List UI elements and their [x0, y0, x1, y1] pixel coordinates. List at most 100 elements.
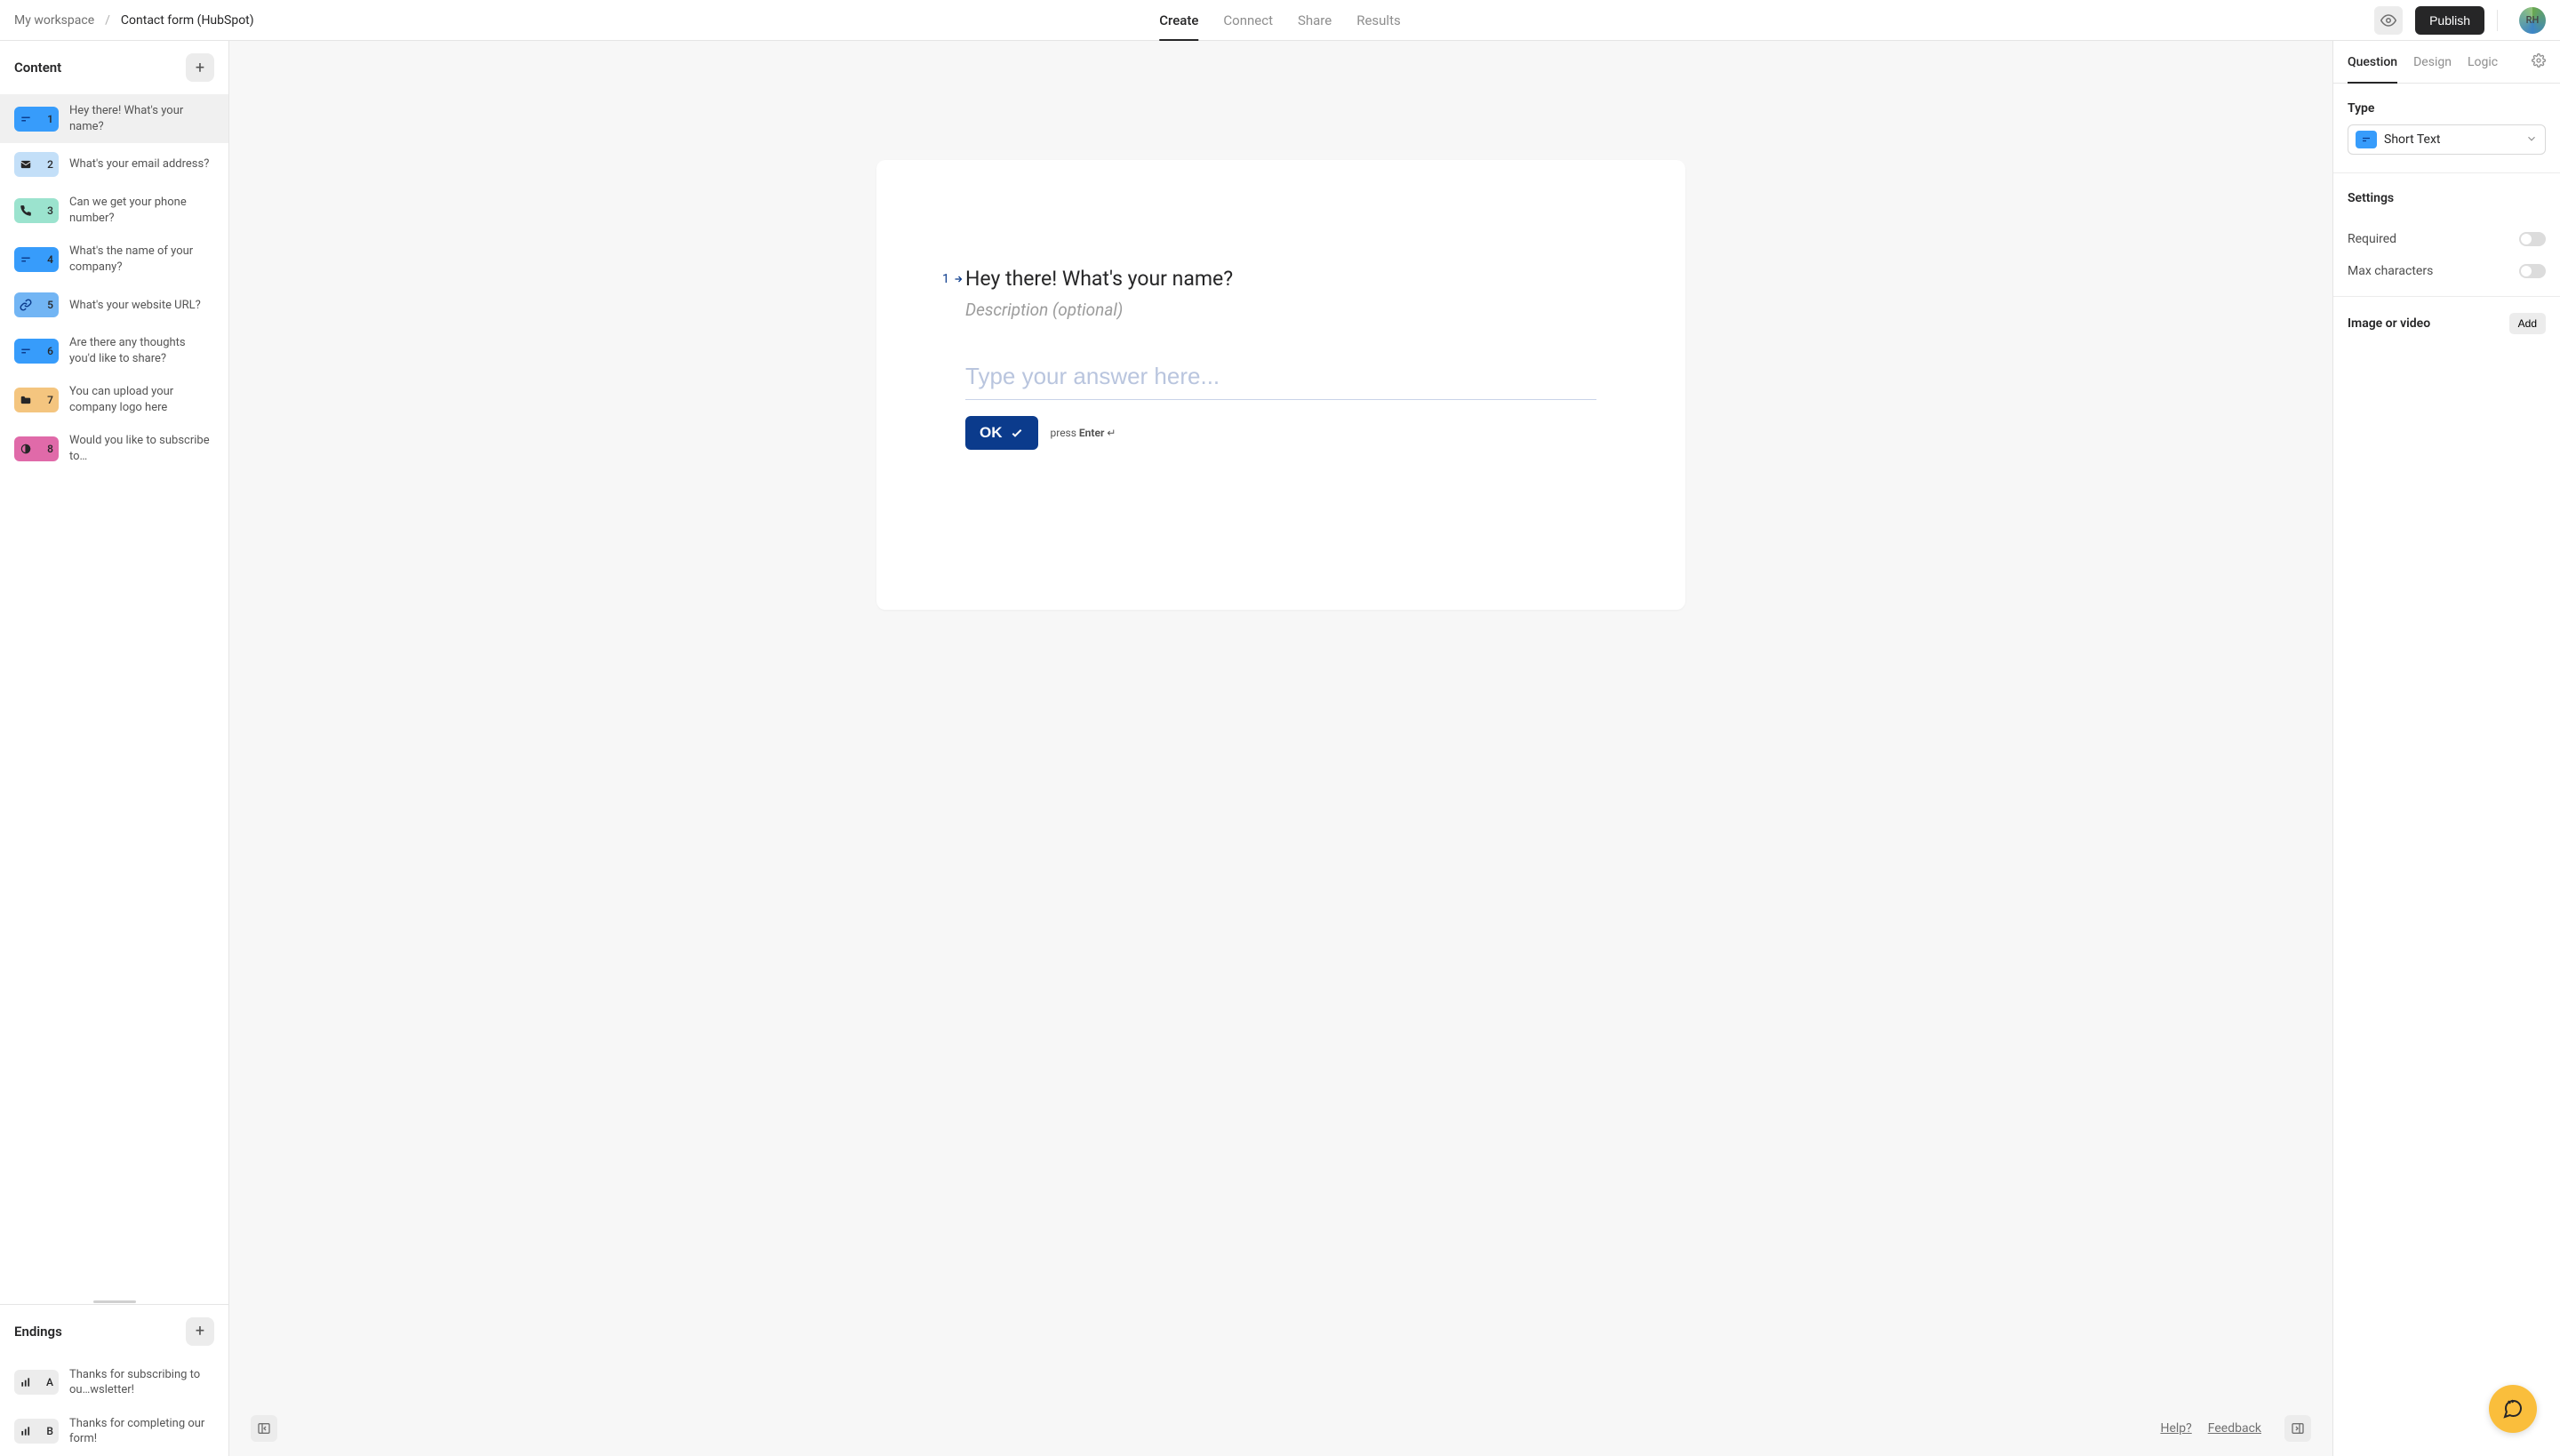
question-list: 1Hey there! What's your name?2What's you… — [0, 94, 228, 1299]
bars-icon — [20, 1425, 32, 1437]
required-label: Required — [2348, 232, 2396, 246]
question-item[interactable]: 2What's your email address? — [0, 143, 228, 186]
top-bar: My workspace / Contact form (HubSpot) Cr… — [0, 0, 2560, 41]
type-label: Type — [2348, 101, 2546, 116]
item-label: Thanks for subscribing to ou…wsletter! — [69, 1367, 214, 1398]
content-heading: Content — [14, 60, 61, 76]
item-badge: 5 — [14, 292, 59, 317]
question-card: 1 Hey there! What's your name? Descripti… — [876, 160, 1685, 610]
item-label: You can upload your company logo here — [69, 384, 214, 415]
publish-button[interactable]: Publish — [2415, 6, 2484, 35]
item-number: 1 — [47, 113, 53, 125]
ending-item[interactable]: A Thanks for subscribing to ou…wsletter! — [0, 1358, 228, 1407]
breadcrumb-workspace[interactable]: My workspace — [14, 13, 94, 28]
short-text-icon — [2356, 131, 2377, 148]
short-text-icon — [20, 113, 32, 125]
arrow-right-icon — [953, 274, 964, 284]
sidebar-right: Question Design Logic Type Short Text Se… — [2332, 41, 2560, 1456]
rtab-question[interactable]: Question — [2348, 41, 2397, 83]
question-item[interactable]: 5 What's your website URL? — [0, 284, 228, 326]
tab-share[interactable]: Share — [1298, 0, 1332, 40]
eye-icon — [2380, 12, 2396, 28]
question-item[interactable]: 3 Can we get your phone number? — [0, 186, 228, 235]
item-label: Thanks for completing our form! — [69, 1416, 214, 1447]
item-label: What's the name of your company? — [69, 244, 214, 275]
item-number: 8 — [47, 443, 53, 455]
link-icon — [20, 299, 32, 311]
settings-gear-button[interactable] — [2532, 53, 2546, 71]
item-label: Hey there! What's your name? — [69, 103, 214, 134]
panel-left-icon — [257, 1421, 271, 1436]
question-item[interactable]: 6 Are there any thoughts you'd like to sh… — [0, 326, 228, 375]
rtab-logic[interactable]: Logic — [2468, 41, 2498, 83]
item-number: 3 — [47, 204, 53, 217]
media-label: Image or video — [2348, 316, 2430, 331]
item-badge: 7 — [14, 388, 59, 412]
short-text-icon — [20, 253, 32, 266]
endings-list: A Thanks for subscribing to ou…wsletter! B… — [0, 1358, 228, 1456]
item-badge: 8 — [14, 436, 59, 461]
phone-icon — [20, 204, 32, 217]
item-badge: 4 — [14, 247, 59, 272]
item-label: What's your website URL? — [69, 298, 201, 314]
item-badge: 3 — [14, 198, 59, 223]
type-value: Short Text — [2384, 132, 2441, 147]
item-number: A — [46, 1376, 53, 1388]
short-text-icon — [20, 345, 32, 357]
check-icon — [1010, 426, 1024, 440]
question-item[interactable]: 4 What's the name of your company? — [0, 235, 228, 284]
folder-icon — [20, 394, 32, 406]
breadcrumb-title[interactable]: Contact form (HubSpot) — [121, 13, 254, 28]
item-label: Can we get your phone number? — [69, 195, 214, 226]
top-nav: Create Connect Share Results — [1159, 0, 1400, 40]
question-item[interactable]: 7 You can upload your company logo here — [0, 375, 228, 424]
item-number: 5 — [47, 299, 53, 311]
item-badge: 6 — [14, 339, 59, 364]
item-badge: 2 — [14, 152, 59, 177]
collapse-left-button[interactable] — [251, 1415, 277, 1442]
ending-item[interactable]: B Thanks for completing our form! — [0, 1407, 228, 1456]
tab-connect[interactable]: Connect — [1223, 0, 1273, 40]
type-picker[interactable]: Short Text — [2348, 124, 2546, 155]
answer-input[interactable] — [965, 357, 1596, 400]
feedback-link[interactable]: Feedback — [2208, 1421, 2261, 1436]
item-number: 4 — [47, 253, 53, 266]
add-media-button[interactable]: Add — [2509, 313, 2546, 334]
max-chars-toggle[interactable] — [2519, 264, 2546, 278]
gear-icon — [2532, 53, 2546, 68]
ok-button[interactable]: OK — [965, 416, 1038, 450]
email-icon — [20, 158, 32, 171]
item-label: Are there any thoughts you'd like to sha… — [69, 335, 214, 366]
item-number: 6 — [47, 345, 53, 357]
tab-results[interactable]: Results — [1356, 0, 1401, 40]
item-number: B — [46, 1425, 53, 1437]
question-item[interactable]: 1 Hey there! What's your name? — [0, 94, 228, 143]
help-link[interactable]: Help? — [2160, 1421, 2191, 1436]
settings-label: Settings — [2348, 191, 2546, 205]
canvas: 1 Hey there! What's your name? Descripti… — [229, 41, 2332, 1456]
question-item[interactable]: 8Would you like to subscribe to… — [0, 424, 228, 473]
item-badge: 1 — [14, 107, 59, 132]
add-ending-button[interactable]: + — [186, 1317, 214, 1346]
required-toggle[interactable] — [2519, 232, 2546, 246]
collapse-right-button[interactable] — [2284, 1415, 2311, 1442]
item-number: 2 — [47, 158, 53, 171]
endings-heading: Endings — [14, 1324, 62, 1340]
tab-create[interactable]: Create — [1159, 0, 1198, 40]
chevron-down-icon — [2525, 132, 2538, 148]
question-number: 1 — [942, 272, 964, 286]
rtab-design[interactable]: Design — [2413, 41, 2452, 83]
ok-hint: press Enter ↵ — [1051, 427, 1116, 439]
max-chars-label: Max characters — [2348, 264, 2433, 278]
sidebar-left: Content + 1 Hey there! What's your name? 2… — [0, 41, 229, 1456]
question-title[interactable]: Hey there! What's your name? — [965, 267, 1596, 291]
add-question-button[interactable]: + — [186, 53, 214, 82]
avatar[interactable]: RH — [2519, 7, 2546, 34]
contrast-icon — [20, 443, 32, 455]
question-description[interactable]: Description (optional) — [965, 300, 1596, 320]
help-fab[interactable] — [2489, 1385, 2537, 1433]
preview-button[interactable] — [2374, 6, 2403, 35]
bars-icon — [20, 1376, 32, 1388]
panel-right-icon — [2291, 1421, 2305, 1436]
chat-icon — [2502, 1398, 2524, 1420]
